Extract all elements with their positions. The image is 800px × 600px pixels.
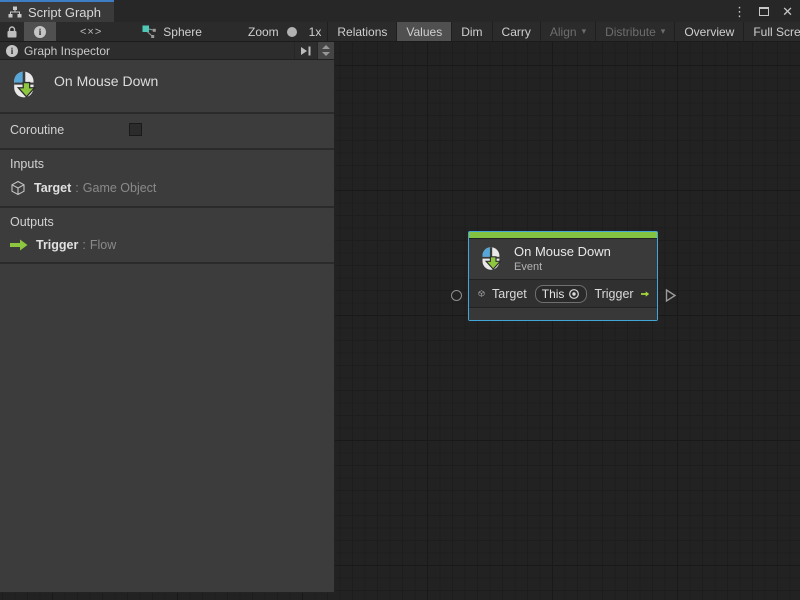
lock-button[interactable] (0, 22, 24, 41)
overview-button[interactable]: Overview (674, 22, 743, 41)
spinner-up-icon[interactable] (322, 45, 330, 49)
pin-name: Target (34, 181, 71, 195)
panel-scroll-spinner[interactable] (317, 42, 334, 59)
dim-button[interactable]: Dim (451, 22, 491, 41)
tab-label: Script Graph (28, 5, 101, 20)
align-dropdown[interactable]: Align ▾ (540, 22, 595, 41)
output-flow-port[interactable] (664, 288, 677, 303)
dock-panel-button[interactable] (294, 42, 317, 59)
input-pin-row: Target : Game Object (10, 180, 324, 196)
target-port-label: Target (492, 287, 527, 301)
mouse-down-icon (9, 69, 40, 100)
flow-arrow-icon (641, 288, 649, 300)
event-color-bar (469, 232, 657, 239)
node-title: On Mouse Down (514, 244, 611, 259)
panel-title: Graph Inspector (24, 44, 294, 58)
padlock-icon (6, 25, 18, 39)
graph-inspector-header: i Graph Inspector (0, 42, 334, 60)
input-flow-port[interactable] (451, 290, 462, 301)
trigger-port-label: Trigger (594, 287, 633, 301)
node-titles: On Mouse Down Event (514, 244, 611, 273)
inputs-header: Inputs (10, 157, 324, 171)
node-subtitle: Event (514, 261, 611, 273)
info-icon: i (6, 45, 18, 57)
node-header[interactable]: On Mouse Down Event (469, 239, 657, 279)
values-button[interactable]: Values (396, 22, 451, 41)
close-icon[interactable]: ✕ (782, 5, 793, 18)
graph-inspector-panel: i Graph Inspector On Mouse Down Coroutin… (0, 42, 335, 593)
coroutine-label: Coroutine (10, 123, 64, 137)
relations-button[interactable]: Relations (327, 22, 396, 41)
cube-icon (10, 180, 26, 196)
zoom-value: 1x (303, 22, 328, 41)
target-crosshair-icon (568, 288, 580, 300)
tab-script-graph[interactable]: Script Graph (0, 0, 114, 22)
flow-arrow-icon (10, 239, 28, 251)
script-graph-asset-icon (142, 25, 157, 39)
node-port-row: Target This Trigger (469, 279, 657, 307)
carry-button[interactable]: Carry (492, 22, 540, 41)
pin-separator: : (82, 238, 85, 252)
graph-hierarchy-icon (8, 6, 22, 18)
spinner-down-icon[interactable] (322, 52, 330, 56)
coroutine-checkbox[interactable] (129, 123, 142, 136)
node-footer (469, 307, 657, 320)
pin-type: Flow (90, 238, 116, 252)
coroutine-section: Coroutine (0, 112, 334, 148)
window-menu-icon[interactable]: ⋮ (733, 5, 746, 18)
pin-separator: : (75, 181, 78, 195)
maximize-icon[interactable] (759, 7, 769, 16)
mouse-down-icon (478, 245, 505, 272)
pin-type: Game Object (83, 181, 157, 195)
distribute-dropdown[interactable]: Distribute ▾ (595, 22, 674, 41)
graph-owner-label: Sphere (163, 25, 202, 39)
window-controls: ⋮ ✕ (733, 0, 793, 22)
inspected-unit-row: On Mouse Down (0, 60, 334, 112)
output-pin-row: Trigger : Flow (10, 238, 324, 252)
chevron-down-icon: ▾ (582, 26, 587, 37)
outputs-section: Outputs Trigger : Flow (0, 206, 334, 262)
zoom-slider-handle[interactable] (287, 27, 297, 37)
outputs-header: Outputs (10, 215, 324, 229)
inputs-section: Inputs Target : Game Object (0, 148, 334, 206)
zoom-label: Zoom (242, 22, 285, 41)
inspector-toggle-button[interactable]: i (24, 22, 56, 41)
on-mouse-down-node[interactable]: On Mouse Down Event Target This Trigger (468, 231, 658, 321)
cube-icon (478, 286, 485, 301)
window-tab-bar: Script Graph ⋮ ✕ (0, 0, 800, 22)
target-value-chip[interactable]: This (535, 285, 588, 303)
dock-arrow-icon (300, 46, 312, 56)
inspector-empty-area (0, 262, 334, 598)
toolbar-button-group: Relations Values Dim Carry Align ▾ Distr… (327, 22, 800, 41)
inspected-unit-title: On Mouse Down (54, 69, 158, 89)
info-icon: i (34, 26, 46, 38)
pin-name: Trigger (36, 238, 78, 252)
graph-owner-chip[interactable]: Sphere (134, 22, 210, 41)
code-icon: <×> (62, 26, 120, 38)
edit-script-button[interactable]: <×> (56, 22, 126, 41)
fullscreen-button[interactable]: Full Screen (743, 22, 800, 41)
graph-toolbar: i <×> Sphere Zoom 1x Relations Values Di… (0, 22, 800, 42)
chevron-down-icon: ▾ (661, 26, 666, 37)
